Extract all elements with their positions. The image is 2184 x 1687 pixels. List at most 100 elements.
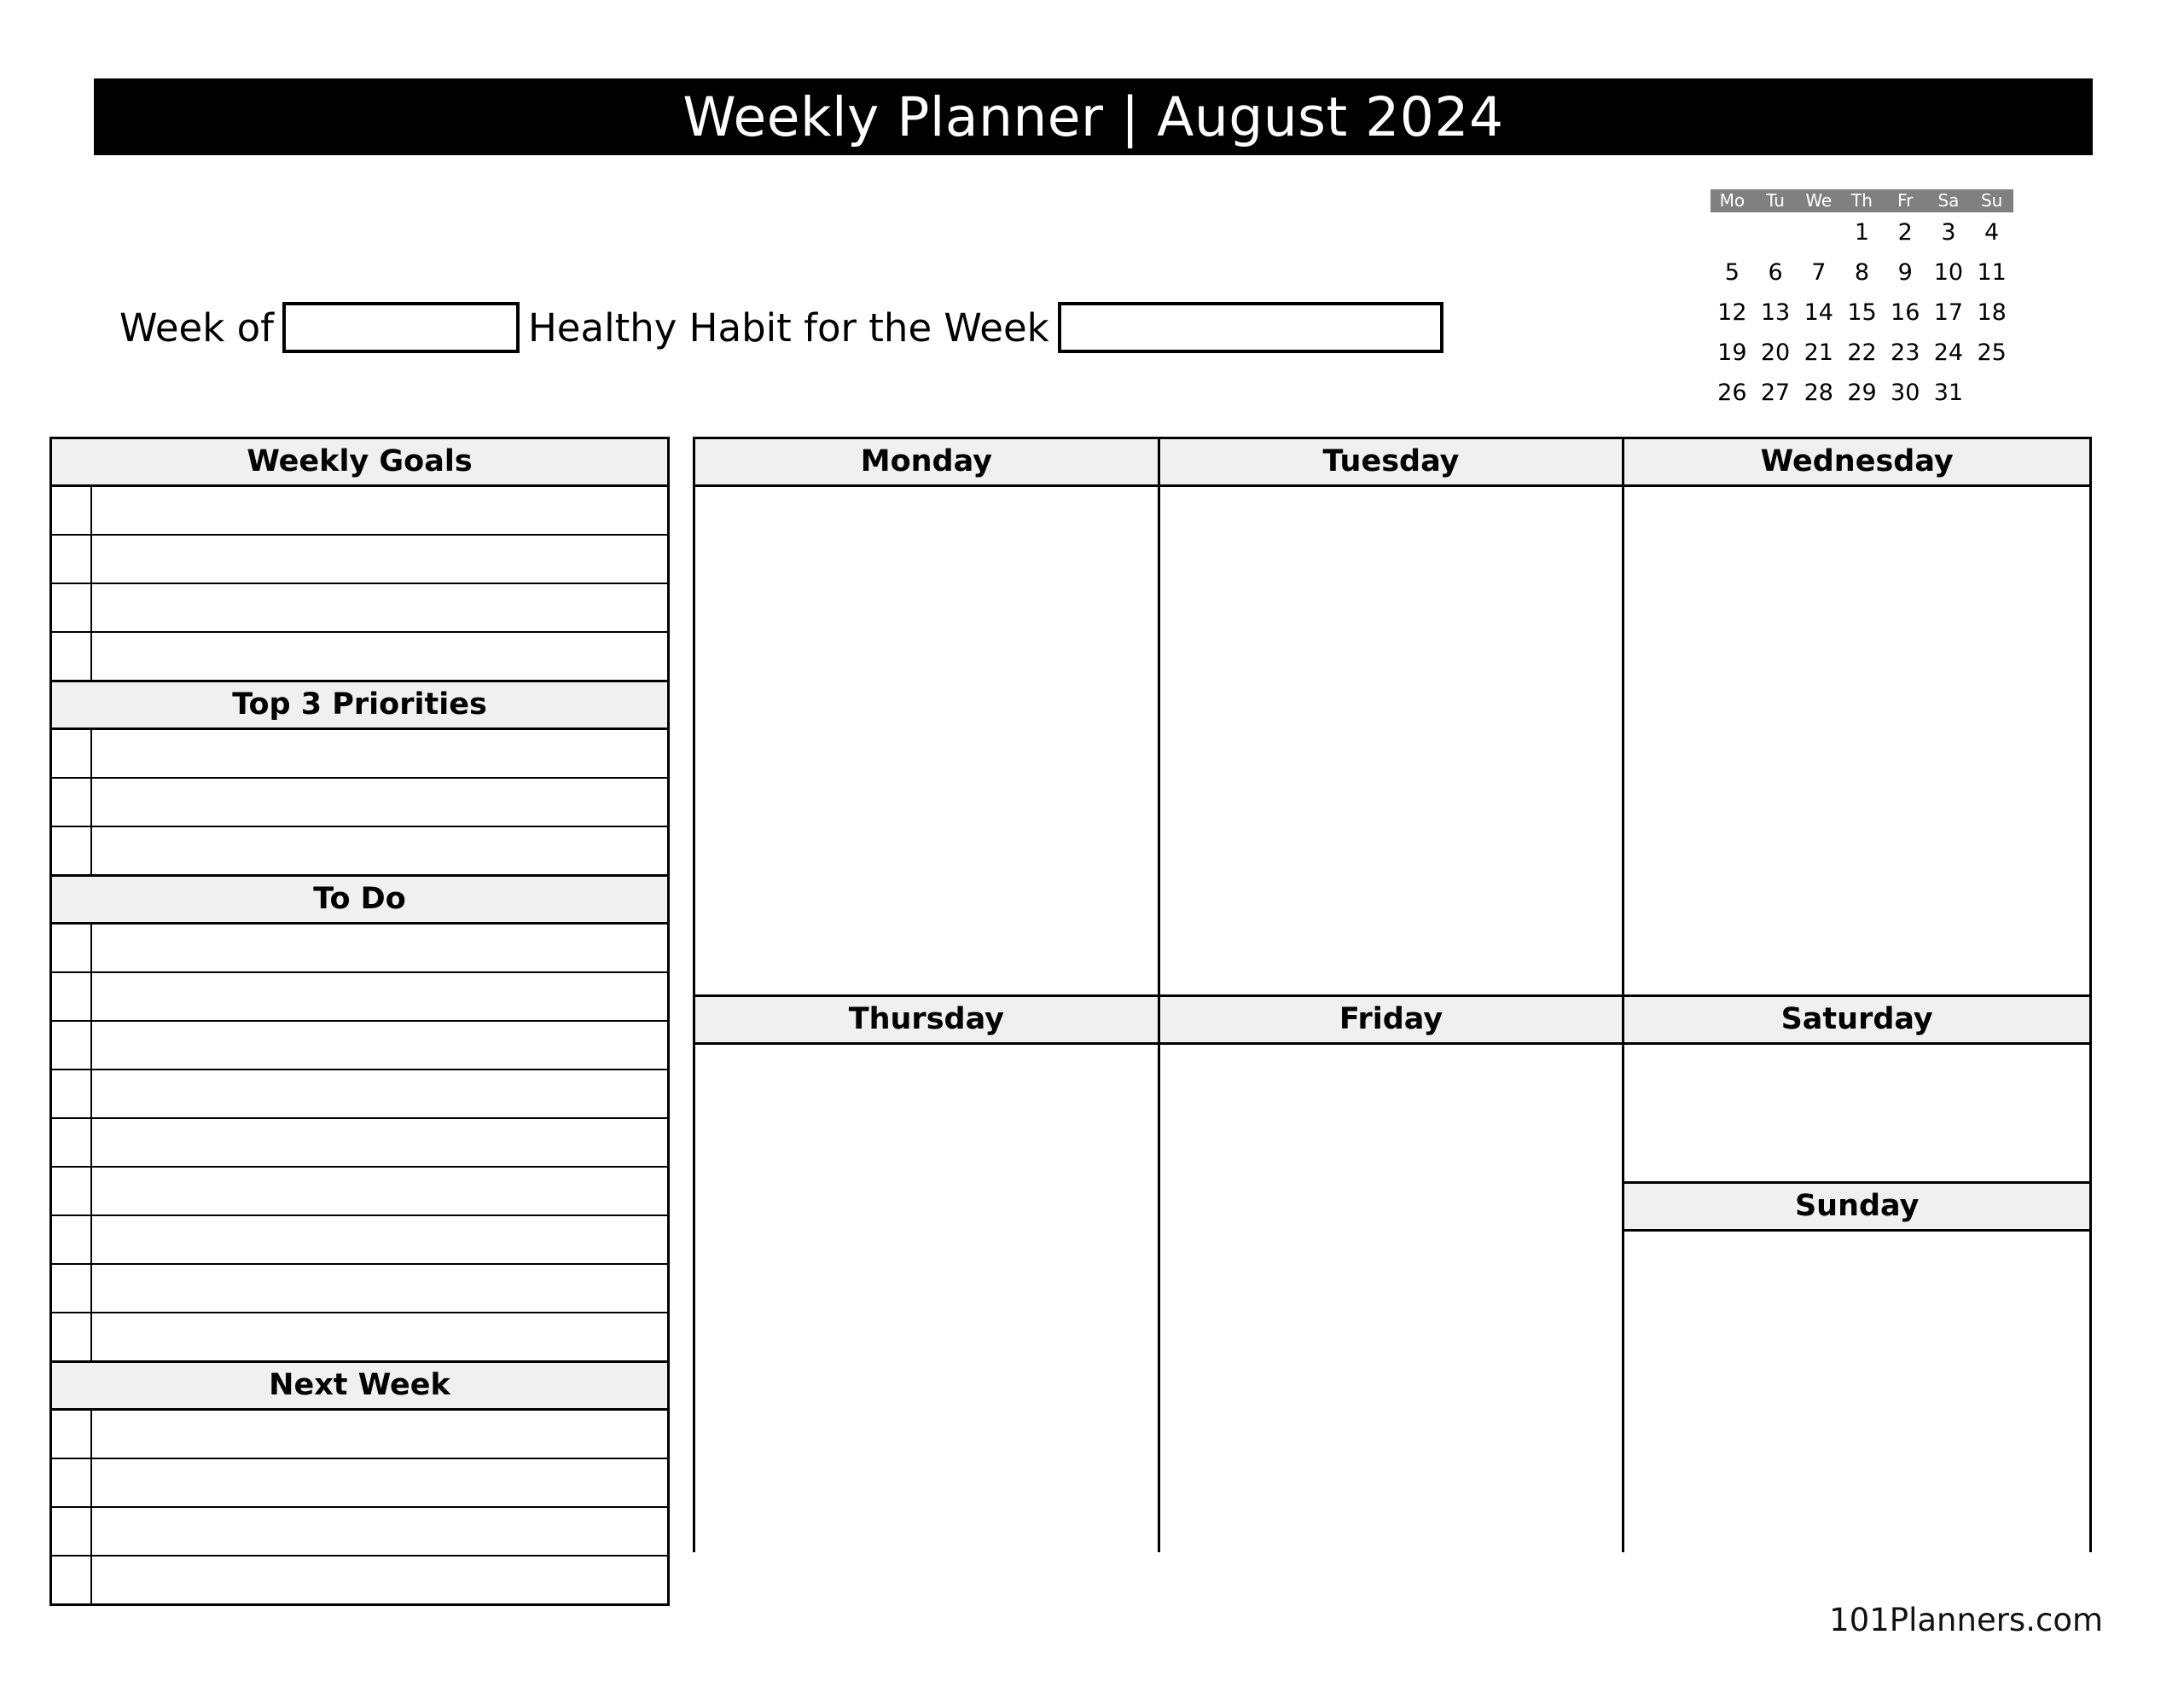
mini-cal-day[interactable]: 2: [1884, 212, 1927, 252]
checkbox-cell[interactable]: [52, 1459, 92, 1506]
day-notes-thursday[interactable]: [695, 1045, 1158, 1552]
mini-cal-day[interactable]: 26: [1711, 373, 1754, 413]
checkbox-cell[interactable]: [52, 1411, 92, 1458]
mini-cal-day[interactable]: 31: [1927, 373, 1971, 413]
write-line[interactable]: [92, 1459, 667, 1506]
mini-cal-empty: [1711, 212, 1754, 252]
mini-cal-day[interactable]: 3: [1927, 212, 1971, 252]
checkbox-cell[interactable]: [52, 1022, 92, 1069]
mini-cal-day[interactable]: 19: [1711, 333, 1754, 373]
write-line[interactable]: [92, 1508, 667, 1555]
healthy-habit-label: Healthy Habit for the Week: [527, 304, 1049, 351]
healthy-habit-input[interactable]: [1057, 302, 1443, 353]
write-line[interactable]: [92, 1022, 667, 1069]
checkbox-cell[interactable]: [52, 1119, 92, 1166]
list-row: [52, 1168, 667, 1216]
mini-cal-day[interactable]: 29: [1840, 373, 1884, 413]
days-panel: Monday Tuesday Wednesday Thursday Friday…: [693, 437, 2092, 1552]
mini-cal-day[interactable]: 21: [1797, 333, 1840, 373]
day-header-monday: Monday: [695, 439, 1158, 487]
checkbox-cell[interactable]: [52, 925, 92, 971]
write-line[interactable]: [92, 1070, 667, 1117]
mini-cal-weekday: Tu: [1766, 190, 1785, 211]
write-line[interactable]: [92, 487, 667, 534]
mini-cal-day[interactable]: 13: [1754, 293, 1798, 333]
mini-cal-weekday: Fr: [1897, 190, 1914, 211]
mini-cal-day[interactable]: 10: [1927, 252, 1971, 293]
write-line[interactable]: [92, 1216, 667, 1263]
mini-cal-day[interactable]: 12: [1711, 293, 1754, 333]
checkbox-cell[interactable]: [52, 1265, 92, 1312]
checkbox-cell[interactable]: [52, 584, 92, 631]
write-line[interactable]: [92, 730, 667, 777]
mini-cal-day[interactable]: 27: [1754, 373, 1798, 413]
checkbox-cell[interactable]: [52, 1168, 92, 1215]
mini-cal-day[interactable]: 24: [1927, 333, 1971, 373]
mini-cal-day[interactable]: 14: [1797, 293, 1840, 333]
checkbox-cell[interactable]: [52, 827, 92, 874]
day-column-friday: Friday: [1159, 997, 1625, 1552]
mini-cal-day[interactable]: 22: [1840, 333, 1884, 373]
write-line[interactable]: [92, 779, 667, 826]
write-line[interactable]: [92, 973, 667, 1020]
day-notes-saturday[interactable]: [1624, 1045, 2090, 1181]
list-row: [52, 925, 667, 973]
checkbox-cell[interactable]: [52, 633, 92, 680]
day-notes-wednesday[interactable]: [1624, 487, 2090, 994]
mini-cal-day[interactable]: 20: [1754, 333, 1798, 373]
list-row: [52, 536, 667, 584]
week-of-input[interactable]: [282, 302, 520, 353]
mini-cal-day[interactable]: 16: [1884, 293, 1927, 333]
write-line[interactable]: [92, 1265, 667, 1312]
mini-cal-day[interactable]: 25: [1970, 333, 2013, 373]
checkbox-cell[interactable]: [52, 973, 92, 1020]
section-rows-next-week: [52, 1411, 667, 1603]
mini-cal-day[interactable]: 9: [1884, 252, 1927, 293]
checkbox-cell[interactable]: [52, 536, 92, 583]
section-header-weekly-goals: Weekly Goals: [52, 439, 667, 487]
checkbox-cell[interactable]: [52, 1508, 92, 1555]
mini-cal-day[interactable]: 30: [1884, 373, 1927, 413]
write-line[interactable]: [92, 536, 667, 583]
mini-cal-day[interactable]: 23: [1884, 333, 1927, 373]
checkbox-cell[interactable]: [52, 1216, 92, 1263]
mini-cal-day[interactable]: 17: [1927, 293, 1971, 333]
write-line[interactable]: [92, 1411, 667, 1458]
checkbox-cell[interactable]: [52, 1557, 92, 1603]
list-row: [52, 1313, 667, 1360]
week-info-row: Week of Healthy Habit for the Week: [119, 297, 1443, 358]
write-line[interactable]: [92, 1557, 667, 1603]
list-row: [52, 1022, 667, 1070]
write-line[interactable]: [92, 633, 667, 680]
checkbox-cell[interactable]: [52, 730, 92, 777]
checkbox-cell[interactable]: [52, 779, 92, 826]
mini-cal-day[interactable]: 6: [1754, 252, 1798, 293]
day-notes-sunday[interactable]: [1624, 1231, 2090, 1552]
write-line[interactable]: [92, 827, 667, 874]
mini-cal-day[interactable]: 15: [1840, 293, 1884, 333]
mini-cal-day[interactable]: 5: [1711, 252, 1754, 293]
write-line[interactable]: [92, 925, 667, 971]
list-row: [52, 973, 667, 1022]
mini-cal-day[interactable]: 7: [1797, 252, 1840, 293]
checkbox-cell[interactable]: [52, 487, 92, 534]
mini-cal-day[interactable]: 11: [1970, 252, 2013, 293]
mini-cal-day[interactable]: 18: [1970, 293, 2013, 333]
mini-cal-day[interactable]: 8: [1840, 252, 1884, 293]
days-row-bottom: Thursday Friday Saturday Sunday: [695, 994, 2090, 1552]
mini-cal-day[interactable]: 4: [1970, 212, 2013, 252]
write-line[interactable]: [92, 584, 667, 631]
mini-cal-day[interactable]: 1: [1840, 212, 1884, 252]
list-row: [52, 584, 667, 633]
day-notes-friday[interactable]: [1159, 1045, 1623, 1552]
mini-cal-day[interactable]: 28: [1797, 373, 1840, 413]
day-notes-monday[interactable]: [695, 487, 1158, 994]
list-row: [52, 1508, 667, 1557]
section-header-to-do: To Do: [52, 874, 667, 925]
day-notes-tuesday[interactable]: [1159, 487, 1623, 994]
checkbox-cell[interactable]: [52, 1313, 92, 1360]
write-line[interactable]: [92, 1313, 667, 1360]
checkbox-cell[interactable]: [52, 1070, 92, 1117]
write-line[interactable]: [92, 1119, 667, 1166]
write-line[interactable]: [92, 1168, 667, 1215]
